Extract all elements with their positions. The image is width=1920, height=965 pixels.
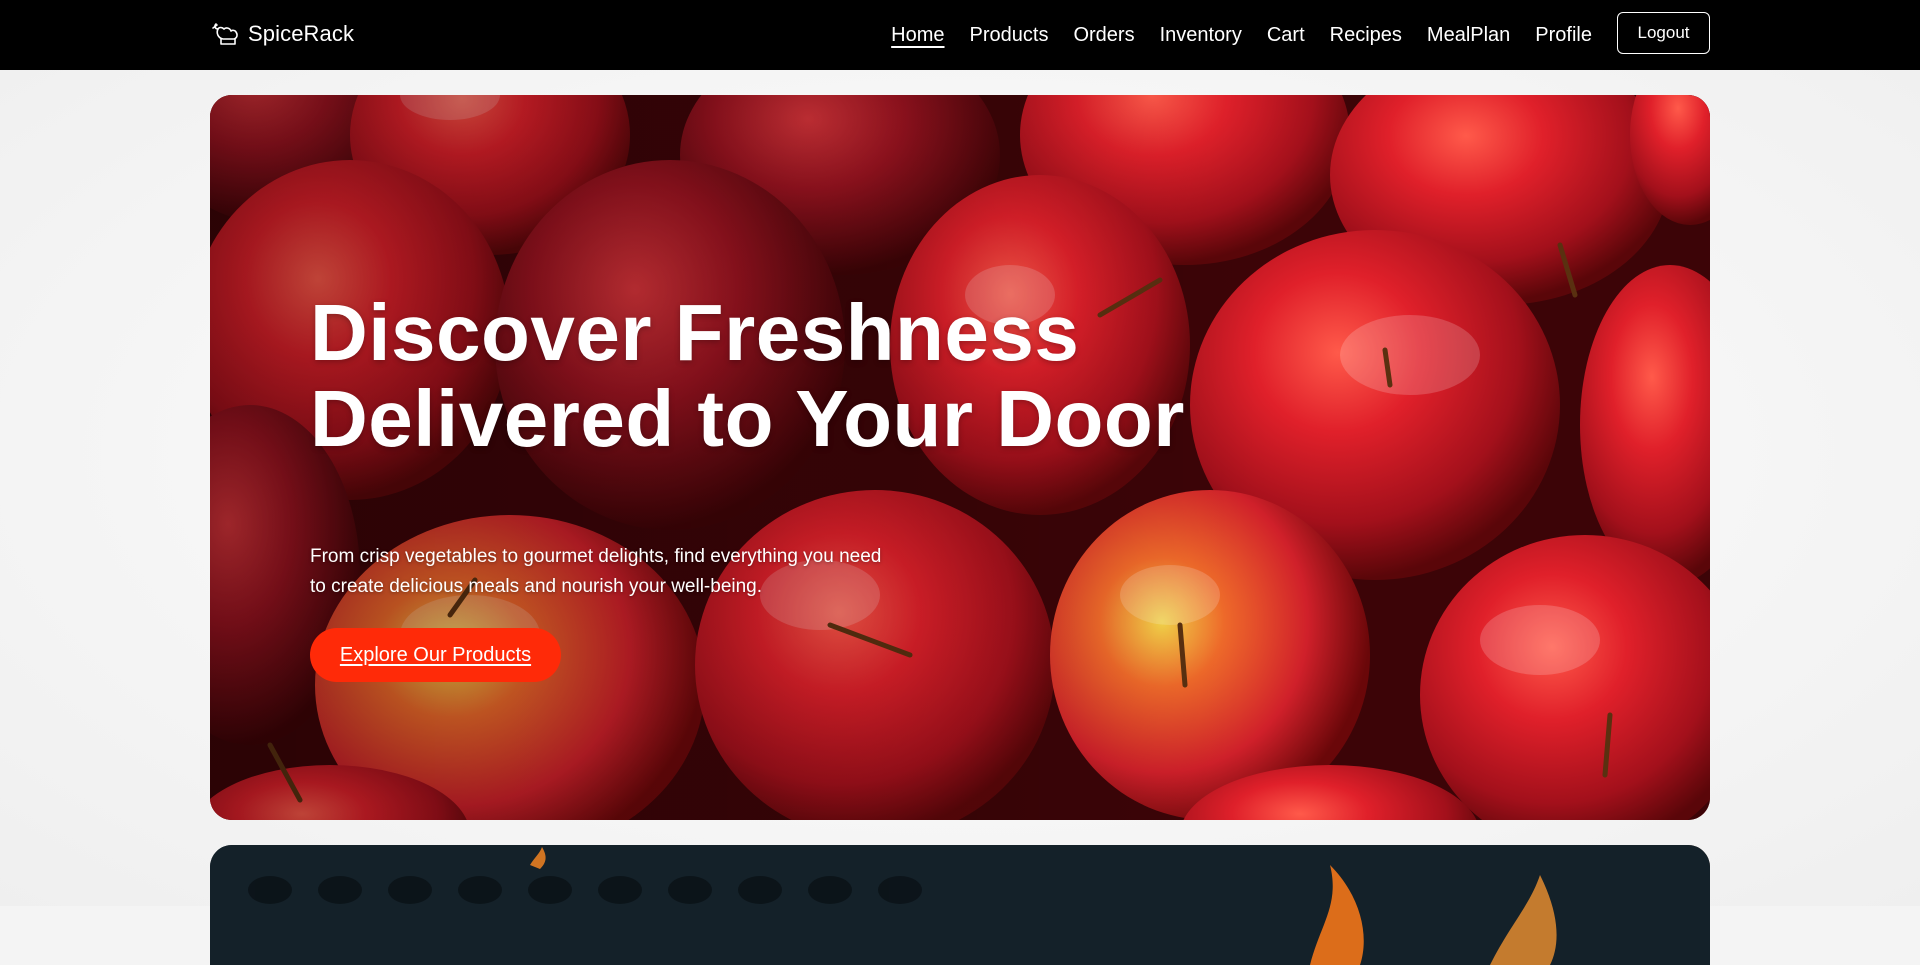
nav-mealplan[interactable]: MealPlan bbox=[1427, 23, 1510, 47]
logout-button[interactable]: Logout bbox=[1617, 12, 1710, 54]
nav-recipes[interactable]: Recipes bbox=[1330, 23, 1402, 47]
nav-orders[interactable]: Orders bbox=[1073, 23, 1134, 47]
nav-products[interactable]: Products bbox=[970, 23, 1049, 47]
hero-subtitle: From crisp vegetables to gourmet delight… bbox=[310, 542, 930, 602]
hero-subtitle-line1: From crisp vegetables to gourmet delight… bbox=[310, 546, 882, 567]
grill-flames-photo bbox=[210, 845, 1710, 965]
nav-cart[interactable]: Cart bbox=[1267, 23, 1305, 47]
featured-section-banner bbox=[210, 845, 1710, 965]
explore-products-button[interactable]: Explore Our Products bbox=[310, 628, 561, 682]
top-navbar: SpiceRack Home Products Orders Inventory… bbox=[0, 0, 1920, 70]
chef-hat-icon bbox=[212, 23, 238, 45]
hero-title-line2: Delivered to Your Door bbox=[310, 374, 1185, 463]
nav-inventory[interactable]: Inventory bbox=[1160, 23, 1242, 47]
nav-home[interactable]: Home bbox=[891, 23, 944, 47]
hero-title-line1: Discover Freshness bbox=[310, 288, 1080, 377]
hero-subtitle-line2: to create delicious meals and nourish yo… bbox=[310, 576, 763, 597]
brand-name: SpiceRack bbox=[248, 21, 355, 46]
brand-link[interactable]: SpiceRack bbox=[210, 19, 354, 49]
hero-title: Discover Freshness Delivered to Your Doo… bbox=[310, 290, 1290, 462]
nav-profile[interactable]: Profile bbox=[1535, 23, 1592, 47]
main-nav: Home Products Orders Inventory Cart Reci… bbox=[866, 0, 1592, 70]
hero-banner: Discover Freshness Delivered to Your Doo… bbox=[210, 95, 1710, 820]
